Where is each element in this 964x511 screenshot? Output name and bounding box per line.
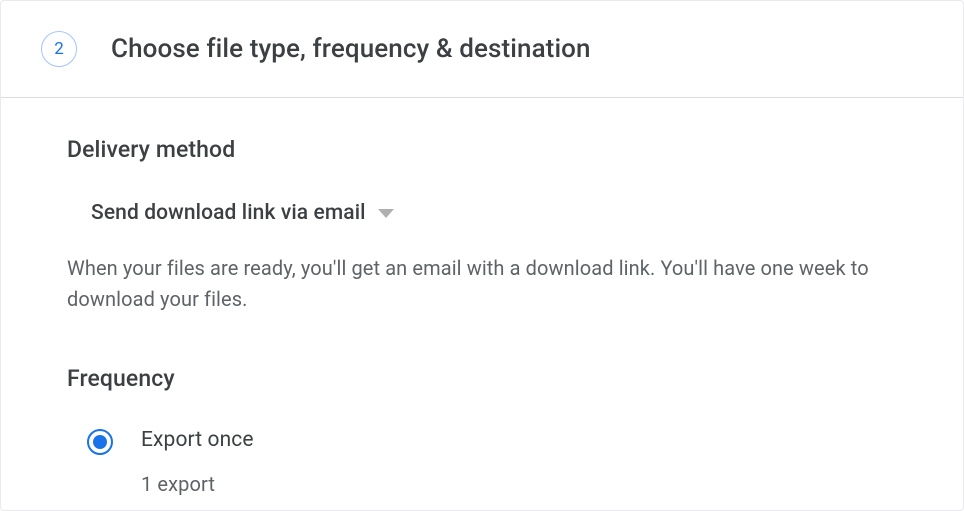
delivery-method-dropdown[interactable]: Send download link via email <box>91 201 897 225</box>
step-number-badge: 2 <box>41 31 77 67</box>
frequency-option-label: Export once <box>141 428 254 452</box>
frequency-label: Frequency <box>67 365 897 392</box>
step-header: 2 Choose file type, frequency & destinat… <box>1 1 963 98</box>
radio-button-selected[interactable] <box>87 429 113 455</box>
radio-inner-dot-icon <box>93 435 107 449</box>
dropdown-arrow-icon <box>378 209 394 218</box>
delivery-method-description: When your files are ready, you'll get an… <box>67 253 897 315</box>
step-number: 2 <box>54 39 64 59</box>
frequency-option-sublabel: 1 export <box>141 472 254 496</box>
step-content: Delivery method Send download link via e… <box>1 98 963 496</box>
frequency-option-export-once[interactable]: Export once 1 export <box>87 428 897 496</box>
step-title: Choose file type, frequency & destinatio… <box>111 34 591 64</box>
radio-text-group: Export once 1 export <box>141 428 254 496</box>
step-panel: 2 Choose file type, frequency & destinat… <box>0 0 964 511</box>
delivery-method-selected: Send download link via email <box>91 201 366 225</box>
delivery-method-label: Delivery method <box>67 136 897 163</box>
